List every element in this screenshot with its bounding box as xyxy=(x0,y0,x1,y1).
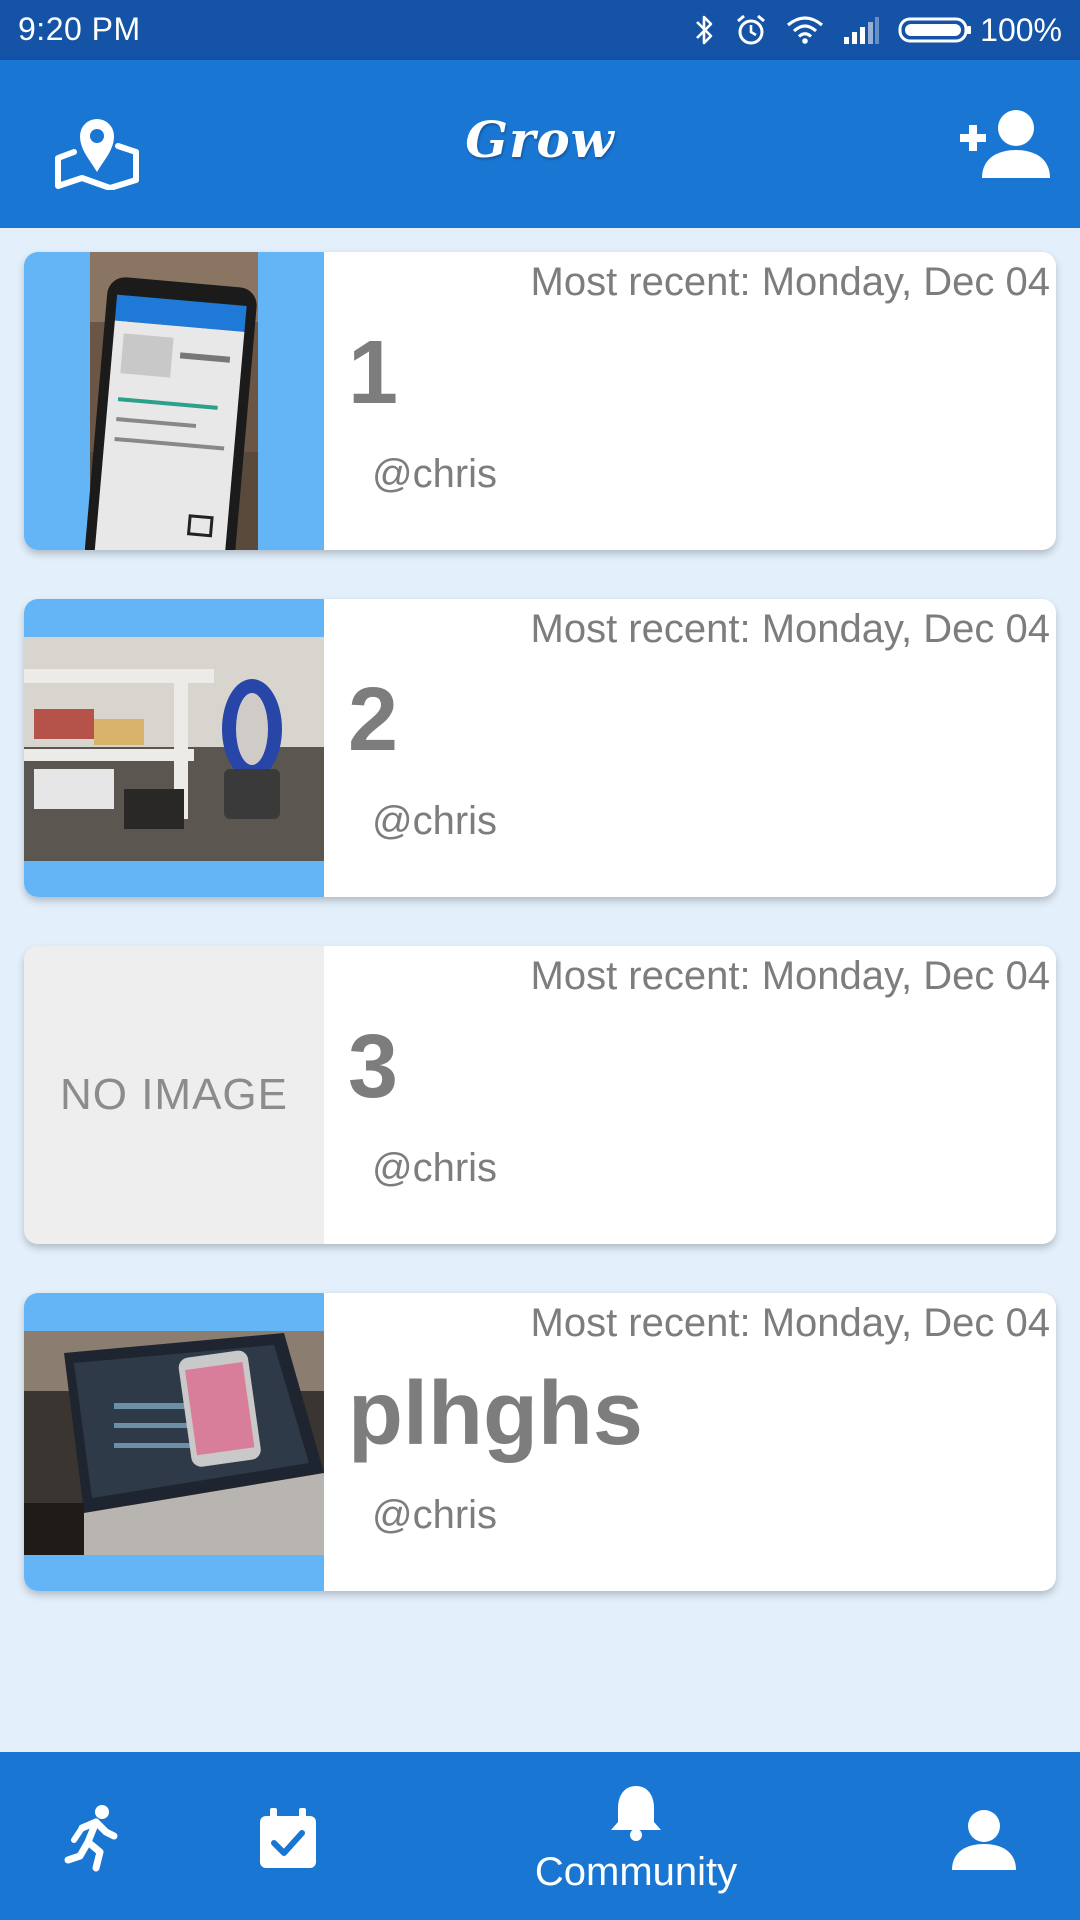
habit-name: plhghs xyxy=(348,1364,643,1464)
status-time: 9:20 PM xyxy=(18,11,141,47)
no-image-label: NO IMAGE xyxy=(59,1070,289,1119)
wifi-icon xyxy=(786,15,824,45)
nav-activity[interactable] xyxy=(40,1752,150,1920)
battery-percent: 100% xyxy=(980,11,1062,48)
habit-list[interactable]: Most recent: Monday, Dec 04 1 @chris Mos… xyxy=(0,228,1080,1616)
alarm-icon xyxy=(734,13,768,47)
habit-card[interactable]: Most recent: Monday, Dec 04 plhghs @chri… xyxy=(24,1293,1056,1591)
app-title: Grow xyxy=(465,110,615,169)
habit-name: 1 xyxy=(348,323,399,423)
nav-community[interactable]: Community xyxy=(500,1752,772,1920)
bell-icon xyxy=(608,1782,664,1847)
app-bar: Grow xyxy=(0,60,1080,228)
habit-user: @chris xyxy=(372,452,498,496)
add-user-icon xyxy=(952,110,1052,194)
running-icon xyxy=(62,1802,126,1877)
status-bar: 9:20 PM 100% xyxy=(0,0,1080,60)
habit-name: 3 xyxy=(348,1017,399,1117)
status-icons: 100% xyxy=(694,8,1062,52)
habit-card[interactable]: Most recent: Monday, Dec 04 1 @chris xyxy=(24,252,1056,550)
bottom-nav: Community xyxy=(0,1752,1080,1920)
habit-user: @chris xyxy=(372,1146,498,1190)
habit-photo xyxy=(24,252,324,550)
nav-calendar[interactable] xyxy=(236,1752,346,1920)
map-pin-icon xyxy=(52,119,142,194)
no-image-placeholder: NO IMAGE xyxy=(24,946,324,1244)
bluetooth-icon xyxy=(694,13,716,47)
add-friend-button[interactable] xyxy=(952,100,1052,190)
battery-icon xyxy=(898,16,972,44)
habit-card[interactable]: NO IMAGE Most recent: Monday, Dec 04 3 @… xyxy=(24,946,1056,1244)
battery: 100% xyxy=(898,12,1062,49)
habit-name: 2 xyxy=(348,670,399,770)
profile-icon xyxy=(950,1808,1018,1875)
habit-photo xyxy=(24,1293,324,1591)
habit-user: @chris xyxy=(372,799,498,843)
nav-profile[interactable] xyxy=(930,1752,1040,1920)
habit-user: @chris xyxy=(372,1493,498,1537)
most-recent-date: Most recent: Monday, Dec 04 xyxy=(530,607,1051,651)
calendar-check-icon xyxy=(256,1806,320,1875)
habit-card[interactable]: Most recent: Monday, Dec 04 2 @chris xyxy=(24,599,1056,897)
most-recent-date: Most recent: Monday, Dec 04 xyxy=(530,1301,1051,1345)
most-recent-date: Most recent: Monday, Dec 04 xyxy=(530,954,1051,998)
most-recent-date: Most recent: Monday, Dec 04 xyxy=(530,260,1051,304)
signal-icon xyxy=(842,15,880,45)
nav-community-label: Community xyxy=(534,1850,738,1894)
habit-photo xyxy=(24,599,324,897)
